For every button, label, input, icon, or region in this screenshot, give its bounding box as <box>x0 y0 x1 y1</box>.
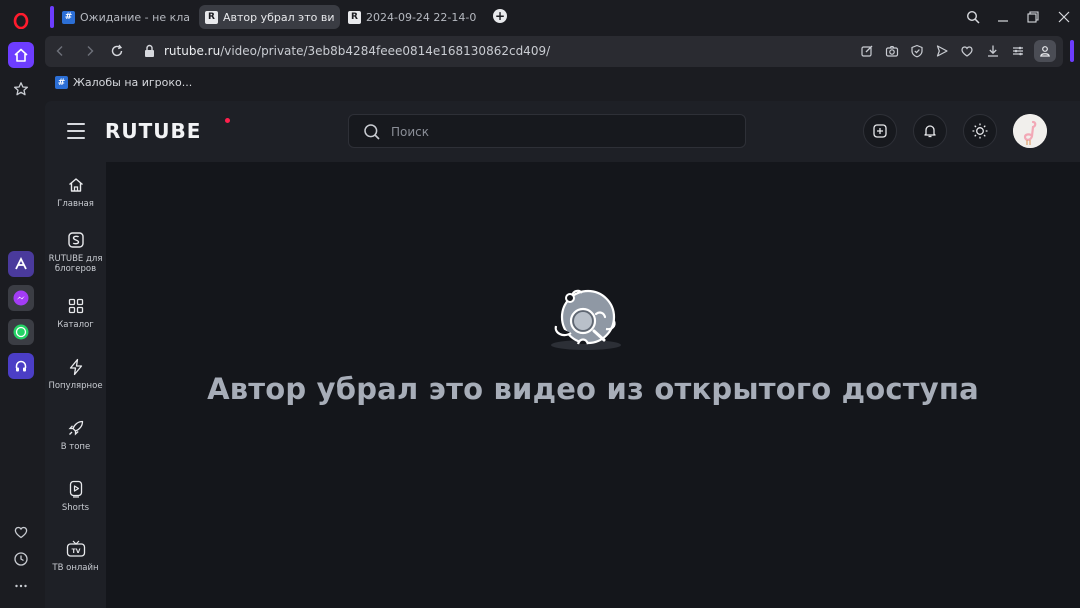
history-icon[interactable] <box>8 546 34 572</box>
bookmark-heart-icon[interactable] <box>960 44 974 58</box>
nav-label: В топе <box>60 442 91 452</box>
player-icon[interactable] <box>8 353 34 379</box>
url-path: /video/private/3eb8b4284feee0814e1681308… <box>220 44 551 58</box>
hash-favicon-icon: # <box>62 10 75 24</box>
close-icon[interactable] <box>1055 8 1073 26</box>
nav-label: ТВ онлайн <box>52 563 99 573</box>
lock-icon[interactable] <box>144 44 155 58</box>
theme-toggle-button[interactable] <box>963 114 997 148</box>
home-icon[interactable] <box>8 42 34 68</box>
url-host: rutube.ru <box>164 44 221 58</box>
nav-catalog[interactable]: Каталог <box>45 297 106 330</box>
download-icon[interactable] <box>986 44 1000 58</box>
nav-label: RUTUBE для блогеров <box>48 254 103 274</box>
browser-window: # Ожидание - не классно т R Автор убрал … <box>0 0 1080 608</box>
tab-title: Ожидание - не классно т <box>80 10 190 24</box>
shorts-icon <box>69 480 82 498</box>
logo-dot <box>225 118 230 123</box>
tv-icon: TV <box>66 540 85 557</box>
star-icon[interactable] <box>8 76 34 102</box>
tab-title: Автор убрал это видео и <box>223 10 334 24</box>
messenger-icon[interactable] <box>8 285 34 311</box>
easy-setup-icon[interactable] <box>1011 44 1025 58</box>
tv-badge: TV <box>71 548 80 555</box>
nav-label: Shorts <box>61 503 90 513</box>
rocket-icon <box>68 420 83 436</box>
profile-button[interactable] <box>1034 40 1056 62</box>
sad-mascot-icon <box>551 289 621 350</box>
menu-icon[interactable] <box>67 123 85 139</box>
nav-label: Каталог <box>57 320 94 330</box>
reload-icon[interactable] <box>110 44 124 58</box>
video-unavailable-message: Автор убрал это видео из открытого досту… <box>207 372 979 406</box>
aria-icon[interactable] <box>8 251 34 277</box>
tab-waiting[interactable]: # Ожидание - не классно т <box>56 5 196 29</box>
back-icon[interactable] <box>53 44 67 58</box>
sun-icon <box>972 123 988 139</box>
nav-popular[interactable]: Популярное <box>45 358 106 391</box>
lightning-icon <box>69 358 82 376</box>
main-content: Автор убрал это видео из открытого досту… <box>106 162 1080 608</box>
tab-island-marker <box>50 6 54 28</box>
address-bar-row: rutube.ru/video/private/3eb8b4284feee081… <box>45 36 1063 67</box>
site-sidebar: Главная RUTUBE для блогеров Каталог Попу… <box>45 162 106 608</box>
nav-shorts[interactable]: Shorts <box>45 480 106 513</box>
search-icon[interactable] <box>363 123 381 141</box>
forward-icon[interactable] <box>83 44 97 58</box>
bell-icon <box>924 125 936 138</box>
grid-icon <box>68 298 83 314</box>
bookmark-label: Жалобы на игроко... <box>73 76 193 89</box>
send-icon[interactable] <box>935 44 949 58</box>
nav-home[interactable]: Главная <box>45 176 106 209</box>
rutube-favicon-icon: R <box>348 10 361 24</box>
studio-icon <box>67 232 84 248</box>
search-box[interactable] <box>348 114 746 148</box>
home-icon <box>68 178 83 192</box>
hash-favicon-icon: # <box>55 76 68 89</box>
bookmark-complaints[interactable]: # Жалобы на игроко... <box>55 76 192 89</box>
tab-title: 2024-09-24 22-14-05 - Tri <box>366 10 476 24</box>
web-page: RUTUBE Главная <box>45 101 1080 608</box>
whatsapp-icon[interactable] <box>8 319 34 345</box>
search-input[interactable] <box>391 122 731 142</box>
tab-rutube-video[interactable]: R Автор убрал это видео и <box>199 5 340 29</box>
rutube-favicon-icon: R <box>205 10 218 24</box>
new-tab-button[interactable]: + <box>493 9 507 23</box>
nav-label: Популярное <box>48 381 103 391</box>
site-header: RUTUBE <box>45 101 1080 162</box>
notifications-button[interactable] <box>913 114 947 148</box>
bookmarks-bar: # Жалобы на игроко... <box>45 69 1063 97</box>
tab-rutube-recording[interactable]: R 2024-09-24 22-14-05 - Tri <box>342 5 482 29</box>
more-icon[interactable] <box>8 573 34 599</box>
add-video-icon <box>873 124 887 138</box>
shield-icon[interactable] <box>910 44 924 58</box>
nav-label: Главная <box>57 199 94 209</box>
url-field[interactable]: rutube.ru/video/private/3eb8b4284feee081… <box>164 44 550 58</box>
tab-strip: # Ожидание - не классно т R Автор убрал … <box>42 0 1080 34</box>
opera-sidebar <box>0 0 42 608</box>
restore-icon[interactable] <box>1024 8 1042 26</box>
nav-studio[interactable]: RUTUBE для блогеров <box>45 231 106 274</box>
search-tabs-icon[interactable] <box>964 8 982 26</box>
upload-button[interactable] <box>863 114 897 148</box>
snapshot-edit-icon[interactable] <box>860 44 874 58</box>
right-sidebar-marker <box>1070 40 1074 62</box>
heart-icon[interactable] <box>8 519 34 545</box>
camera-icon[interactable] <box>885 44 899 58</box>
rutube-logo[interactable]: RUTUBE <box>105 119 201 143</box>
nav-tv[interactable]: TV ТВ онлайн <box>45 540 106 573</box>
minimize-icon[interactable] <box>994 8 1012 26</box>
nav-top[interactable]: В топе <box>45 419 106 452</box>
profile-icon <box>1040 46 1050 57</box>
avatar[interactable] <box>1013 114 1047 148</box>
opera-menu-icon[interactable] <box>8 8 34 34</box>
flamingo-avatar-icon <box>1013 114 1047 148</box>
